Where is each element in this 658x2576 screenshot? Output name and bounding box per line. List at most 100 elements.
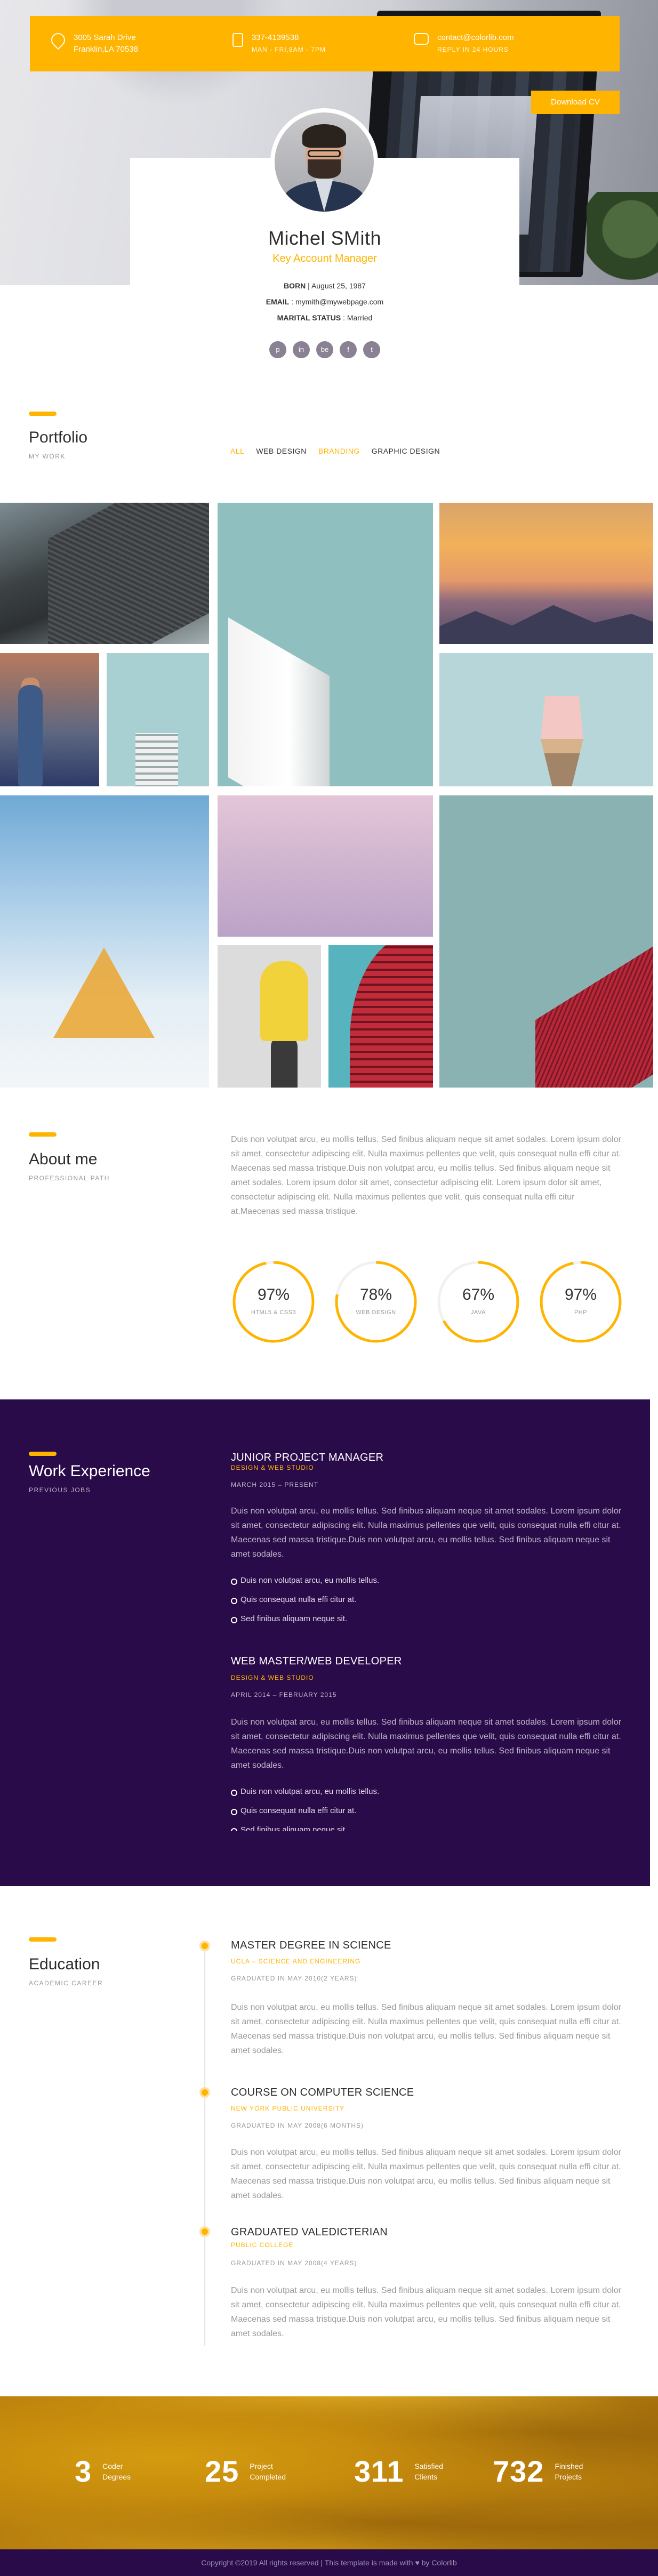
download-cv-button[interactable]: Download CV <box>531 91 620 114</box>
skill-value: 78% <box>359 1286 392 1303</box>
footer-credit-link[interactable]: by Colorlib <box>422 2558 457 2567</box>
skill-label: HTML5 & CSS3 <box>251 1309 296 1316</box>
linkedin-icon[interactable]: in <box>293 341 310 358</box>
pinterest-icon[interactable]: p <box>269 341 286 358</box>
counters-section: 3 Coder Degrees 25 Project Completed 311… <box>0 2396 658 2549</box>
work-section: Work Experience PREVIOUS JOBS JUNIOR PRO… <box>0 1399 650 1886</box>
facebook-icon[interactable]: f <box>340 341 357 358</box>
education-item-title: MASTER DEGREE IN SCIENCE <box>231 1939 391 1951</box>
portfolio-item[interactable] <box>0 795 209 1088</box>
job-bullet: Duis non volutpat arcu, eu mollis tellus… <box>231 1782 379 1801</box>
job-bullet: Sed finibus aliquam neque sit. <box>231 1821 379 1831</box>
job-company: DESIGN & WEB STUDIO <box>231 1464 314 1471</box>
heart-icon: ♥ <box>415 2558 420 2567</box>
portfolio-accent-bar <box>29 412 57 416</box>
job-bullets: Duis non volutpat arcu, eu mollis tellus… <box>231 1571 379 1629</box>
portfolio-item[interactable] <box>439 653 653 786</box>
footer-copyright: Copyright ©2019 All rights reserved | Th… <box>201 2558 413 2567</box>
skill-value: 97% <box>564 1286 597 1303</box>
portfolio-item[interactable] <box>218 795 433 937</box>
skill-ring-java: 67% JAVA <box>436 1259 521 1345</box>
born-label: BORN <box>284 281 306 290</box>
education-item-school: PUBLIC COLLEGE <box>231 2241 294 2249</box>
portfolio-filters: ALL WEB DESIGN BRANDING GRAPHIC DESIGN <box>230 447 440 455</box>
job-description: Duis non volutpat arcu, eu mollis tellus… <box>231 1718 621 1770</box>
job-dates: MARCH 2015 – PRESENT <box>231 1481 319 1488</box>
job-bullet: Quis consequat nulla effi citur at. <box>231 1590 379 1609</box>
education-subtitle: ACADEMIC CAREER <box>29 1979 103 1987</box>
education-item-meta: GRADUATED IN MAY 2008(6 MONTHS) <box>231 2122 364 2129</box>
portfolio-item[interactable] <box>218 503 433 786</box>
portfolio-item[interactable] <box>439 795 653 1088</box>
counter-label: Project Completed <box>250 2461 286 2481</box>
address-line1: 3005 Sarah Drive <box>74 33 136 42</box>
resume-page: { "hero": { "contacts": [ {"icon": "map-… <box>0 0 658 2576</box>
portfolio-item[interactable] <box>0 653 99 786</box>
education-item-title: COURSE ON COMPUTER SCIENCE <box>231 2087 414 2098</box>
portfolio-title: Portfolio <box>29 429 88 446</box>
email-link[interactable]: contact@colorlib.com <box>437 32 514 44</box>
phone-icon <box>232 33 243 47</box>
skill-label: JAVA <box>471 1309 486 1316</box>
job-dates: APRIL 2014 – FEBRUARY 2015 <box>231 1691 337 1698</box>
email-reply-note: REPLY IN 24 HOURS <box>437 46 509 53</box>
timeline-dot <box>199 1941 210 1951</box>
timeline-dot <box>199 2087 210 2098</box>
skill-value: 67% <box>462 1286 495 1303</box>
education-item-title: GRADUATED VALEDICTERIAN <box>231 2226 388 2238</box>
filter-all[interactable]: ALL <box>230 447 244 455</box>
profile-born: BORN | August 25, 1987 <box>284 281 366 290</box>
skill-value: 97% <box>257 1286 290 1303</box>
work-subtitle: PREVIOUS JOBS <box>29 1486 91 1494</box>
job-bullet: Sed finibus aliquam neque sit. <box>231 1609 379 1629</box>
filter-graphic-design[interactable]: GRAPHIC DESIGN <box>372 447 440 455</box>
behance-icon[interactable]: be <box>316 341 333 358</box>
profile-name: Michel SMith <box>268 227 382 249</box>
job-bullet: Duis non volutpat arcu, eu mollis tellus… <box>231 1571 379 1590</box>
education-item-school: NEW YORK PUBLIC UNIVERSITY <box>231 2105 345 2112</box>
email-value[interactable]: mymith@mywebpage.com <box>295 297 383 306</box>
counter-label: Coder Degrees <box>102 2461 131 2481</box>
portfolio-item[interactable] <box>328 945 433 1088</box>
marital-value: Married <box>347 313 373 322</box>
skill-ring-php: 97% PHP <box>538 1259 623 1345</box>
map-pin-icon <box>48 30 68 50</box>
job-company: DESIGN & WEB STUDIO <box>231 1674 314 1681</box>
education-item-description: Duis non volutpat arcu, eu mollis tellus… <box>231 2286 621 2338</box>
phone-number[interactable]: 337-4139538 <box>252 32 326 44</box>
portfolio-item[interactable] <box>439 503 653 644</box>
marital-label: MARITAL STATUS <box>277 313 341 322</box>
contact-address: 3005 Sarah Drive Franklin,LA 70538 <box>30 30 211 55</box>
counter-coder-degrees: 3 Coder Degrees <box>75 2454 150 2489</box>
hero-plant-shape <box>587 192 658 285</box>
education-accent-bar <box>29 1937 57 1942</box>
counter-number: 311 <box>354 2454 404 2488</box>
filter-web-design[interactable]: WEB DESIGN <box>256 447 306 455</box>
timeline-dot <box>199 2226 210 2237</box>
skill-label: PHP <box>574 1309 588 1316</box>
about-title: About me <box>29 1150 98 1168</box>
counter-number: 3 <box>75 2454 92 2488</box>
job-title: JUNIOR PROJECT MANAGER <box>231 1452 384 1463</box>
born-value: August 25, 1987 <box>311 281 366 290</box>
portfolio-item[interactable] <box>0 503 209 644</box>
work-title: Work Experience <box>29 1462 150 1480</box>
timeline-line <box>204 1941 205 2346</box>
contact-email: contact@colorlib.com REPLY IN 24 HOURS <box>392 32 574 55</box>
email-label: EMAIL <box>266 297 290 306</box>
job-bullet: Quis consequat nulla effi citur at. <box>231 1801 379 1821</box>
education-item-meta: GRADUATED IN MAY 2010(2 YEARS) <box>231 1975 357 1982</box>
avatar <box>270 108 378 216</box>
skill-ring-web-design: 78% WEB DESIGN <box>333 1259 419 1345</box>
profile-marital: MARITAL STATUS : Married <box>277 313 373 322</box>
filter-branding[interactable]: BRANDING <box>318 447 360 455</box>
portfolio-item[interactable] <box>218 945 321 1088</box>
job-description: Duis non volutpat arcu, eu mollis tellus… <box>231 1507 621 1559</box>
twitter-icon[interactable]: t <box>363 341 380 358</box>
contact-bar: 3005 Sarah Drive Franklin,LA 70538 337-4… <box>30 16 620 71</box>
education-item-meta: GRADUATED IN MAY 2008(4 YEARS) <box>231 2259 357 2267</box>
avatar-photo <box>275 112 374 212</box>
education-item-school: UCLA – SCIENCE AND ENGINEERING <box>231 1958 361 1965</box>
counter-number: 732 <box>493 2454 544 2488</box>
portfolio-item[interactable] <box>107 653 209 786</box>
